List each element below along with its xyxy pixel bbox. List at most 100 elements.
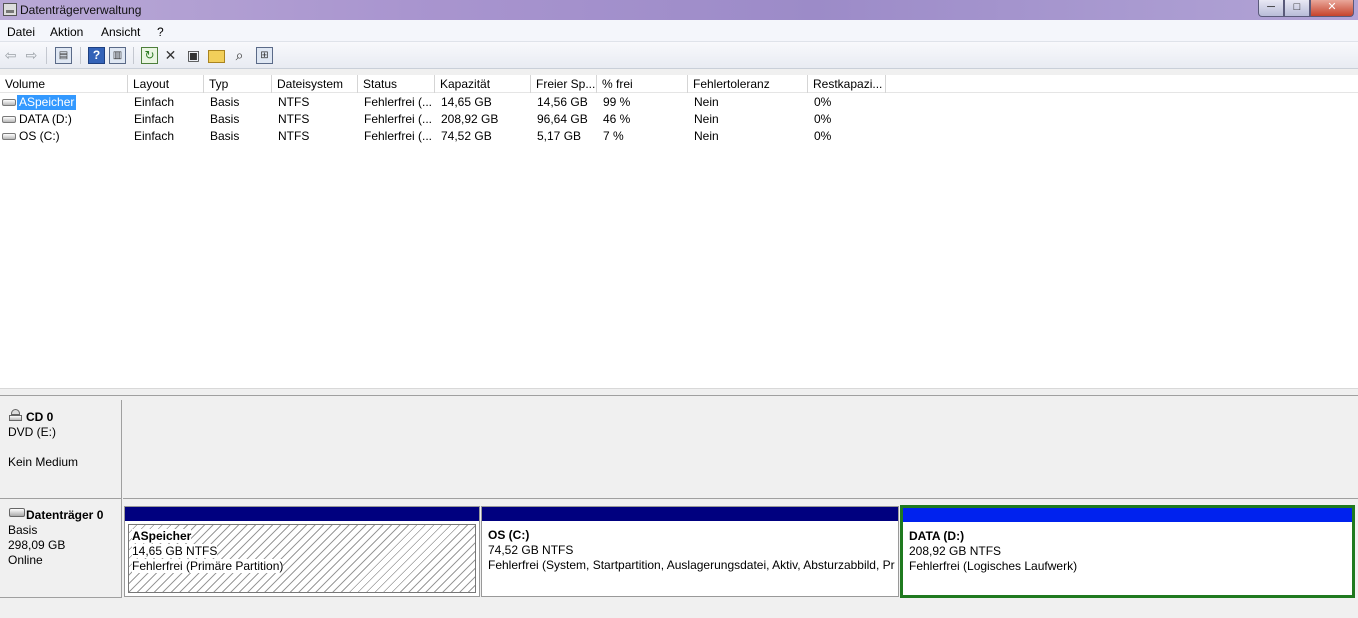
disk-media-state: Kein Medium (8, 455, 79, 469)
cell-layout: Einfach (134, 129, 175, 143)
cell-dateisystem: NTFS (278, 112, 310, 126)
column-header-status[interactable]: Status (358, 75, 435, 93)
partition-name: ASpeicher (132, 529, 192, 543)
partition-name: DATA (D:) (909, 529, 965, 543)
disk-size: 298,09 GB (8, 538, 66, 552)
primary-partition-bar (125, 507, 479, 521)
cell-layout: Einfach (134, 112, 175, 126)
disk-name: Datenträger 0 (26, 508, 104, 522)
cell-typ: Basis (210, 95, 240, 109)
partition-status: Fehlerfrei (System, Startpartition, Ausl… (488, 558, 895, 572)
cell-freier-speicher: 14,56 GB (537, 95, 588, 109)
console-tree-icon[interactable]: ▤ (55, 47, 72, 64)
disk0-partitions: ASpeicher 14,65 GB NTFS Fehlerfrei (Prim… (123, 499, 1358, 598)
cell-dateisystem: NTFS (278, 95, 310, 109)
disk-row-disk0: Datenträger 0 Basis 298,09 GB Online ASp… (0, 499, 1358, 598)
disk-drive: DVD (E:) (8, 425, 56, 439)
cell-status: Fehlerfrei (... (364, 112, 433, 126)
column-header-volume[interactable]: Volume (0, 75, 128, 93)
cell-fehlertoleranz: Nein (694, 129, 719, 143)
maximize-button[interactable]: □ (1284, 0, 1310, 17)
column-header-layout[interactable]: Layout (128, 75, 204, 93)
cell-status: Fehlerfrei (... (364, 95, 433, 109)
table-row[interactable]: DATA (D:) Einfach Basis NTFS Fehlerfrei … (0, 111, 900, 128)
disk-settings-icon[interactable]: ⊞ (256, 47, 273, 64)
column-header-freier-speicher[interactable]: Freier Sp... (531, 75, 597, 93)
column-header-fehlertoleranz[interactable]: Fehlertoleranz (688, 75, 808, 93)
cd0-content (123, 400, 1358, 499)
partition-body: OS (C:) 74,52 GB NTFS Fehlerfrei (System… (485, 524, 895, 593)
action-pane-icon[interactable]: ▥ (109, 47, 126, 64)
partition-data-d[interactable]: DATA (D:) 208,92 GB NTFS Fehlerfrei (Log… (900, 505, 1355, 598)
table-row[interactable]: ASpeicher Einfach Basis NTFS Fehlerfrei … (0, 94, 900, 111)
cell-restkapazitaet: 0% (814, 129, 832, 143)
volume-list-header: Volume Layout Typ Dateisystem Status Kap… (0, 75, 1358, 93)
column-header-restkapazitaet[interactable]: Restkapazi... (808, 75, 886, 93)
properties-icon[interactable]: ▣ (185, 47, 202, 64)
primary-partition-bar (482, 507, 898, 521)
cell-typ: Basis (210, 112, 240, 126)
disk-label-cd0[interactable]: CD 0 DVD (E:) Kein Medium (0, 400, 122, 499)
open-folder-icon[interactable] (208, 50, 225, 63)
disk-state: Online (8, 553, 43, 567)
close-button[interactable]: ✕ (1310, 0, 1354, 17)
menu-help[interactable]: ? (157, 25, 164, 39)
menu-ansicht[interactable]: Ansicht (101, 25, 140, 39)
cell-status: Fehlerfrei (... (364, 129, 433, 143)
menu-datei[interactable]: Datei (7, 25, 35, 39)
volume-name: ASpeicher (17, 95, 77, 110)
volume-icon (2, 133, 16, 140)
cell-restkapazitaet: 0% (814, 112, 832, 126)
disk-name: CD 0 (26, 410, 54, 424)
menu-aktion[interactable]: Aktion (50, 25, 83, 39)
disk-row-cd0: CD 0 DVD (E:) Kein Medium (0, 400, 1358, 499)
partition-name: OS (C:) (488, 528, 530, 542)
title-bar: Datenträgerverwaltung ─ □ ✕ (0, 0, 1358, 20)
toolbar-separator (133, 47, 134, 64)
toolbar: ⇦ ⇨ ▤ ? ▥ ↻ ✕ ▣ ⌕ ⊞ (0, 42, 1358, 69)
cell-freier-speicher: 5,17 GB (537, 129, 582, 143)
partition-status: Fehlerfrei (Primäre Partition) (132, 559, 284, 573)
partition-status: Fehlerfrei (Logisches Laufwerk) (909, 559, 1078, 573)
cell-restkapazitaet: 0% (814, 95, 832, 109)
cell-prozent-frei: 7 % (603, 129, 624, 143)
cell-typ: Basis (210, 129, 240, 143)
pane-splitter[interactable] (0, 388, 1358, 396)
disk-graphical-view: CD 0 DVD (E:) Kein Medium Datenträger 0 … (0, 396, 1358, 618)
column-header-dateisystem[interactable]: Dateisystem (272, 75, 358, 93)
cd-drive-icon (8, 409, 24, 423)
partition-os-c[interactable]: OS (C:) 74,52 GB NTFS Fehlerfrei (System… (481, 506, 899, 597)
partition-aspeicher[interactable]: ASpeicher 14,65 GB NTFS Fehlerfrei (Prim… (124, 506, 480, 597)
cell-prozent-frei: 99 % (603, 95, 631, 109)
column-header-typ[interactable]: Typ (204, 75, 272, 93)
partition-body: ASpeicher 14,65 GB NTFS Fehlerfrei (Prim… (128, 524, 476, 593)
partition-size: 208,92 GB NTFS (909, 544, 1002, 558)
table-row[interactable]: OS (C:) Einfach Basis NTFS Fehlerfrei (.… (0, 128, 900, 145)
delete-icon[interactable]: ✕ (162, 47, 179, 64)
toolbar-separator (80, 47, 81, 64)
hard-disk-icon (9, 508, 25, 517)
volume-icon (2, 99, 16, 106)
explore-icon[interactable]: ⌕ (231, 47, 248, 64)
disk-label-disk0[interactable]: Datenträger 0 Basis 298,09 GB Online (0, 499, 122, 598)
cell-dateisystem: NTFS (278, 129, 310, 143)
column-header-prozent-frei[interactable]: % frei (597, 75, 688, 93)
back-arrow-icon[interactable]: ⇦ (2, 47, 19, 64)
column-header-kapazitaet[interactable]: Kapazität (435, 75, 531, 93)
help-icon[interactable]: ? (88, 47, 105, 64)
cell-fehlertoleranz: Nein (694, 112, 719, 126)
partition-size: 74,52 GB NTFS (488, 543, 574, 557)
partition-size: 14,65 GB NTFS (132, 544, 218, 558)
cell-fehlertoleranz: Nein (694, 95, 719, 109)
volume-icon (2, 116, 16, 123)
cell-kapazitaet: 14,65 GB (441, 95, 492, 109)
cell-freier-speicher: 96,64 GB (537, 112, 588, 126)
disk-management-app-icon (3, 3, 17, 16)
refresh-icon[interactable]: ↻ (141, 47, 158, 64)
minimize-button[interactable]: ─ (1258, 0, 1284, 17)
menu-bar: Datei Aktion Ansicht ? (0, 20, 1358, 42)
forward-arrow-icon[interactable]: ⇨ (23, 47, 40, 64)
volume-name: DATA (D:) (19, 112, 72, 126)
volume-list: Volume Layout Typ Dateisystem Status Kap… (0, 75, 1358, 388)
cell-kapazitaet: 74,52 GB (441, 129, 492, 143)
